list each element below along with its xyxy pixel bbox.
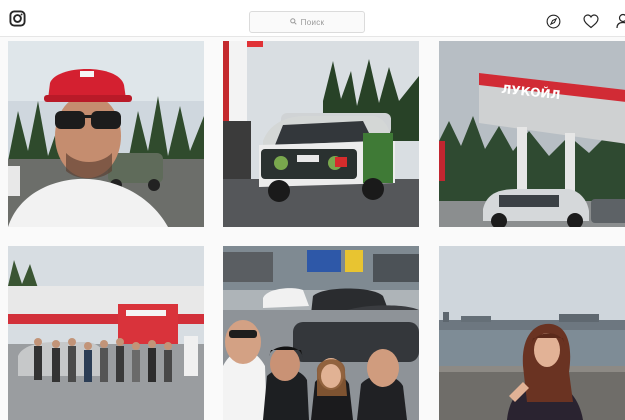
post-thumbnail-group-photo[interactable] — [8, 246, 204, 420]
profile-icon[interactable] — [615, 13, 625, 29]
post-thumbnail-gas-station[interactable]: ЛУКОЙЛ — [439, 41, 625, 227]
posts-grid: ЛУКОЙЛ — [8, 41, 625, 420]
post-thumbnail-river-portrait[interactable] — [439, 246, 625, 420]
post-thumbnail-group-selfie[interactable] — [223, 246, 419, 420]
instagram-camera-icon[interactable] — [8, 9, 26, 27]
search-placeholder: Поиск — [300, 17, 325, 27]
top-navigation-bar: Поиск — [0, 0, 625, 37]
search-icon — [289, 17, 297, 27]
search-input[interactable]: Поиск — [249, 11, 365, 33]
post-thumbnail-rally-car[interactable] — [223, 41, 419, 227]
post-thumbnail-selfie[interactable] — [8, 41, 204, 227]
heart-icon[interactable] — [583, 13, 599, 29]
explore-compass-icon[interactable] — [545, 13, 561, 29]
